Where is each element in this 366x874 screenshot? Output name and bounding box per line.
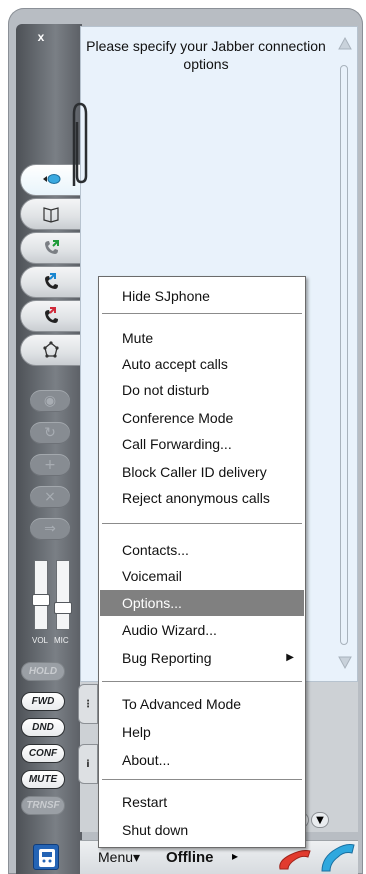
mic-label: MIC: [54, 636, 69, 645]
tab-outgoing[interactable]: [20, 300, 82, 332]
bottom-tab-info[interactable]: i: [78, 744, 98, 784]
connection-message: Please specify your Jabber connection op…: [86, 38, 326, 72]
menu-item-auto-accept[interactable]: Auto accept calls: [100, 351, 304, 377]
conference-button[interactable]: CONF: [21, 744, 65, 763]
menu-item-do-not-disturb[interactable]: Do not disturb: [100, 377, 304, 403]
scroll-thumb[interactable]: [340, 65, 348, 645]
outgoing-call-icon: [45, 307, 58, 323]
scroll-down-icon[interactable]: [337, 655, 353, 671]
plus-icon: +: [44, 457, 56, 473]
menu-item-voicemail[interactable]: Voicemail: [100, 563, 304, 589]
dialpad-icon: ⋮: [83, 698, 93, 710]
dropdown-arrow-icon[interactable]: ▼: [311, 812, 329, 828]
menu-item-block-caller-id[interactable]: Block Caller ID delivery: [100, 459, 304, 485]
phone-call-icon: [45, 240, 59, 254]
submenu-arrow-icon: ▶: [286, 652, 294, 663]
menu-separator: [102, 681, 302, 683]
menu-item-reject-anonymous[interactable]: Reject anonymous calls: [100, 485, 304, 511]
record-icon: ◉: [43, 393, 57, 409]
x-icon: ×: [44, 489, 56, 505]
chat-bubble-icon: [43, 174, 61, 184]
tab-contacts[interactable]: [20, 198, 82, 230]
status-selector[interactable]: Offline: [166, 849, 214, 866]
menu-item-bug-reporting-label: Bug Reporting: [122, 650, 212, 666]
status-arrow-icon[interactable]: ▸: [232, 849, 238, 863]
bottom-tab-dialpad[interactable]: ⋮: [78, 684, 98, 724]
menu-item-shut-down[interactable]: Shut down: [100, 817, 304, 843]
menu-item-options[interactable]: Options...: [100, 590, 304, 616]
menu-separator: [102, 523, 302, 525]
menu-item-mute[interactable]: Mute: [100, 325, 304, 351]
redial-button[interactable]: ↻: [30, 422, 70, 444]
scroll-up-icon[interactable]: [337, 35, 353, 51]
transfer-icon: ⇒: [44, 521, 56, 537]
transfer-button[interactable]: TRNSF: [21, 796, 65, 815]
menu-item-contacts[interactable]: Contacts...: [100, 537, 304, 563]
add-call-button[interactable]: +: [30, 454, 70, 476]
menu-item-restart[interactable]: Restart: [100, 789, 304, 815]
tab-incoming[interactable]: [20, 266, 82, 298]
menu-item-conference-mode[interactable]: Conference Mode: [100, 405, 304, 431]
dnd-button[interactable]: DND: [21, 718, 65, 737]
menu-separator: [102, 313, 302, 315]
remove-call-button[interactable]: ×: [30, 486, 70, 508]
forward-button[interactable]: FWD: [21, 692, 65, 711]
menu-item-bug-reporting[interactable]: Bug Reporting ▶: [100, 645, 304, 671]
volume-label: VOL: [32, 636, 49, 645]
mic-slider-knob[interactable]: [54, 602, 72, 614]
blue-handset-icon[interactable]: [318, 839, 356, 874]
menu-item-help[interactable]: Help: [100, 719, 304, 745]
context-menu: Hide SJphone Mute Auto accept calls Do n…: [98, 276, 306, 848]
book-icon: [43, 207, 59, 223]
transfer-arrow-button[interactable]: ⇒: [30, 518, 70, 540]
close-button[interactable]: x: [16, 30, 66, 44]
mute-button[interactable]: MUTE: [21, 770, 65, 789]
redial-icon: ↻: [44, 425, 56, 441]
tab-settings[interactable]: [20, 334, 82, 366]
menu-item-audio-wizard[interactable]: Audio Wizard...: [100, 617, 304, 643]
paperclip-icon: [72, 102, 88, 186]
volume-slider-knob[interactable]: [32, 594, 50, 606]
menu-item-advanced-mode[interactable]: To Advanced Mode: [100, 691, 304, 717]
menu-item-hide-sjphone[interactable]: Hide SJphone: [100, 283, 304, 309]
mic-slider[interactable]: [56, 560, 70, 630]
incoming-call-icon: [45, 273, 58, 289]
record-button[interactable]: ◉: [30, 390, 70, 412]
sjphone-logo-icon[interactable]: [33, 844, 59, 870]
menu-separator: [102, 779, 302, 781]
scrollbar[interactable]: [337, 35, 353, 671]
tab-call[interactable]: [20, 232, 82, 264]
hold-button[interactable]: HOLD: [21, 662, 65, 681]
menu-item-about[interactable]: About...: [100, 747, 304, 773]
menu-button[interactable]: Menu▾: [98, 849, 140, 866]
settings-icon: [43, 341, 59, 358]
menu-item-call-forwarding[interactable]: Call Forwarding...: [100, 431, 304, 457]
